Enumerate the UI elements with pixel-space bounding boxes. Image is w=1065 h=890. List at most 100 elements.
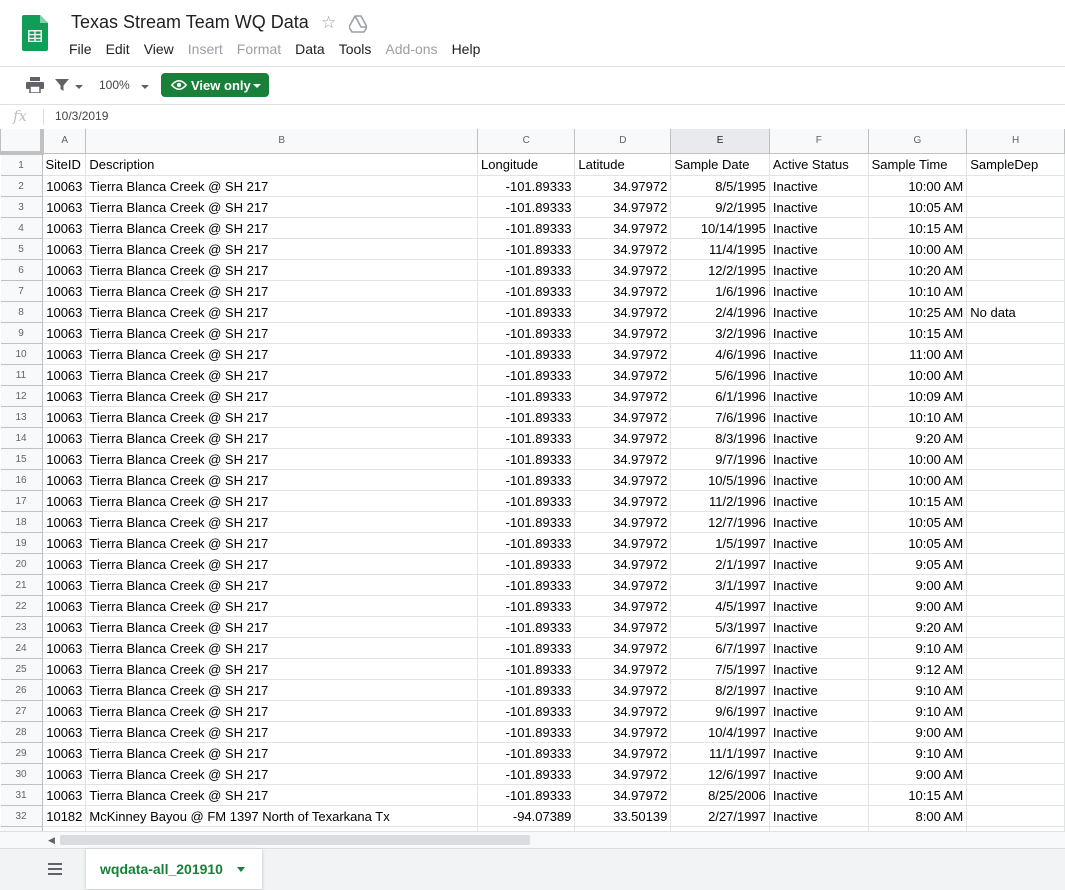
cell-sample-time[interactable]: 10:00 AM (867, 364, 968, 386)
cell-sample-depth[interactable] (966, 427, 1065, 449)
cell-sample-depth[interactable] (966, 385, 1065, 407)
menu-file[interactable]: File (62, 40, 99, 60)
cell-sample-time[interactable]: 9:05 AM (867, 553, 968, 575)
cell-sample-date[interactable]: 2/1/1997 (670, 553, 770, 575)
cell-latitude[interactable]: 34.97972 (574, 427, 672, 449)
cell-siteid[interactable]: 10063 (41, 301, 87, 323)
cell-longitude[interactable]: -101.89333 (477, 595, 576, 617)
row-number[interactable]: 30 (0, 763, 43, 785)
cell-longitude[interactable]: -94.07389 (477, 805, 576, 827)
cell-latitude[interactable]: 34.97972 (574, 490, 672, 512)
cell-siteid[interactable]: 10063 (41, 637, 87, 659)
row-number[interactable]: 4 (0, 217, 43, 239)
cell-longitude[interactable]: -101.89333 (477, 364, 576, 386)
cell-latitude[interactable]: 34.97972 (574, 721, 672, 743)
cell-sample-time[interactable]: 10:00 AM (867, 175, 968, 197)
cell-sample-depth[interactable] (966, 532, 1065, 554)
cell-active-status[interactable]: Inactive (768, 364, 869, 386)
filter-dropdown-icon[interactable] (75, 85, 83, 89)
cell-longitude[interactable]: -101.89333 (477, 553, 576, 575)
cell-longitude[interactable]: -101.89333 (477, 637, 576, 659)
cell-sample-date[interactable]: 10/14/1995 (670, 217, 770, 239)
cell-header-sample-depth[interactable]: SampleDep (966, 152, 1065, 176)
cell-sample-depth[interactable] (966, 616, 1065, 638)
cell-sample-depth[interactable] (966, 364, 1065, 386)
cell-longitude[interactable]: -101.89333 (477, 448, 576, 470)
cell-latitude[interactable]: 34.97972 (574, 280, 672, 302)
column-header-g[interactable]: G (867, 129, 968, 154)
cell-longitude[interactable]: -101.89333 (477, 511, 576, 533)
cell-siteid[interactable]: 10063 (41, 469, 87, 491)
menu-add-ons[interactable]: Add-ons (378, 40, 444, 60)
cell-sample-depth[interactable] (966, 679, 1065, 701)
cell-active-status[interactable]: Inactive (768, 301, 869, 323)
cell-sample-depth[interactable] (966, 784, 1065, 806)
cell-latitude[interactable]: 34.97972 (574, 364, 672, 386)
cell-sample-depth[interactable] (966, 553, 1065, 575)
cell-sample-depth[interactable] (966, 217, 1065, 239)
cell-sample-depth[interactable] (966, 595, 1065, 617)
cell-siteid[interactable]: 10063 (41, 490, 87, 512)
menu-help[interactable]: Help (445, 40, 488, 60)
cell-siteid[interactable]: 10063 (41, 532, 87, 554)
cell-sample-date[interactable]: 8/3/1996 (670, 427, 770, 449)
filter-icon[interactable] (55, 78, 69, 92)
cell-sample-date[interactable]: 11/4/1995 (670, 238, 770, 260)
cell-longitude[interactable]: -101.89333 (477, 385, 576, 407)
row-number[interactable]: 32 (0, 805, 43, 827)
cell-description[interactable]: Tierra Blanca Creek @ SH 217 (85, 406, 479, 428)
cell-sample-time[interactable]: 10:15 AM (867, 322, 968, 344)
cell-description[interactable]: Tierra Blanca Creek @ SH 217 (85, 595, 479, 617)
cell-latitude[interactable]: 34.97972 (574, 469, 672, 491)
cell-siteid[interactable]: 10063 (41, 259, 87, 281)
column-header-b[interactable]: B (85, 129, 479, 154)
cell-siteid[interactable]: 10063 (41, 658, 87, 680)
cell-sample-time[interactable]: 9:10 AM (867, 637, 968, 659)
cell-latitude[interactable]: 34.97972 (574, 175, 672, 197)
column-header-c[interactable]: C (477, 129, 576, 154)
cell-latitude[interactable]: 34.97972 (574, 259, 672, 281)
cell-sample-date[interactable]: 9/6/1997 (670, 700, 770, 722)
cell-header-active-status[interactable]: Active Status (768, 152, 869, 176)
cell-description[interactable]: Tierra Blanca Creek @ SH 217 (85, 364, 479, 386)
row-number[interactable]: 24 (0, 637, 43, 659)
cell-header-latitude[interactable]: Latitude (574, 152, 672, 176)
cell-latitude[interactable]: 34.97972 (574, 763, 672, 785)
cell-siteid[interactable]: 10063 (41, 700, 87, 722)
cell-latitude[interactable]: 34.97972 (574, 196, 672, 218)
cell-latitude[interactable]: 34.97972 (574, 238, 672, 260)
cell-sample-date[interactable]: 11/2/1996 (670, 490, 770, 512)
cell-siteid[interactable]: 10063 (41, 742, 87, 764)
row-number[interactable]: 3 (0, 196, 43, 218)
cell-sample-date[interactable]: 6/7/1997 (670, 637, 770, 659)
cell-description[interactable]: Tierra Blanca Creek @ SH 217 (85, 784, 479, 806)
cell-latitude[interactable]: 34.97972 (574, 700, 672, 722)
cell-siteid[interactable]: 10063 (41, 721, 87, 743)
cell-active-status[interactable]: Inactive (768, 616, 869, 638)
cell-active-status[interactable]: Inactive (768, 679, 869, 701)
row-number[interactable]: 19 (0, 532, 43, 554)
cell-sample-depth[interactable] (966, 658, 1065, 680)
cell-siteid[interactable]: 10182 (41, 805, 87, 827)
cell-longitude[interactable]: -101.89333 (477, 427, 576, 449)
cell-longitude[interactable]: -101.89333 (477, 490, 576, 512)
row-number[interactable]: 17 (0, 490, 43, 512)
cell-sample-time[interactable]: 10:20 AM (867, 259, 968, 281)
cell-sample-time[interactable]: 10:09 AM (867, 385, 968, 407)
row-number[interactable]: 21 (0, 574, 43, 596)
cell-sample-date[interactable]: 12/6/1997 (670, 763, 770, 785)
cell-longitude[interactable]: -101.89333 (477, 679, 576, 701)
cell-sample-depth[interactable] (966, 175, 1065, 197)
cell-active-status[interactable]: Inactive (768, 448, 869, 470)
cell-sample-date[interactable]: 9/2/1995 (670, 196, 770, 218)
row-number[interactable]: 9 (0, 322, 43, 344)
cell-description[interactable]: Tierra Blanca Creek @ SH 217 (85, 427, 479, 449)
cell-sample-time[interactable]: 10:10 AM (867, 406, 968, 428)
cell-active-status[interactable]: Inactive (768, 217, 869, 239)
row-number[interactable]: 1 (0, 152, 43, 176)
cell-longitude[interactable]: -101.89333 (477, 658, 576, 680)
row-number[interactable]: 10 (0, 343, 43, 365)
cell-siteid[interactable]: 10063 (41, 448, 87, 470)
cell-siteid[interactable]: 10063 (41, 595, 87, 617)
cell-description[interactable]: Tierra Blanca Creek @ SH 217 (85, 700, 479, 722)
